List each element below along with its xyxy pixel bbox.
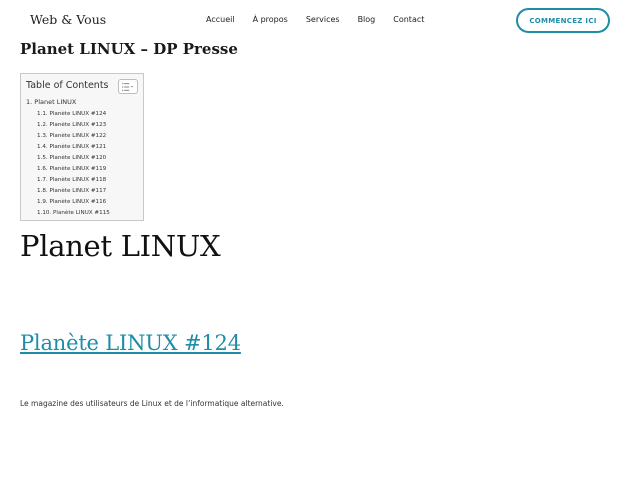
nav-item-blog[interactable]: Blog <box>358 15 376 24</box>
main-nav: Accueil À propos Services Blog Contact <box>206 15 442 24</box>
list-toggle-icon <box>122 82 134 91</box>
toc-item-planet-linux[interactable]: 1. Planet LINUX <box>26 97 110 107</box>
toc-item[interactable]: 1.2. Planète LINUX #123 <box>37 120 110 131</box>
toc-item[interactable]: 1.10. Planète LINUX #115 <box>37 208 110 219</box>
nav-item-services[interactable]: Services <box>306 15 340 24</box>
toc-toggle-button[interactable] <box>118 79 138 94</box>
toc-list: 1. Planet LINUX 1.1. Planète LINUX #124 … <box>26 97 110 219</box>
toc-sublist: 1.1. Planète LINUX #124 1.2. Planète LIN… <box>26 109 110 219</box>
article-description: Le magazine des utilisateurs de Linux et… <box>20 399 284 408</box>
toc-item[interactable]: 1.4. Planète LINUX #121 <box>37 142 110 153</box>
toc-item[interactable]: 1.7. Planète LINUX #118 <box>37 175 110 186</box>
toc-item[interactable]: 1.8. Planète LINUX #117 <box>37 186 110 197</box>
page-title: Planet LINUX – DP Presse <box>20 40 238 58</box>
toc-item[interactable]: 1.9. Planète LINUX #116 <box>37 197 110 208</box>
nav-item-accueil[interactable]: Accueil <box>206 15 235 24</box>
toc-item[interactable]: 1.3. Planète LINUX #122 <box>37 131 110 142</box>
toc-title: Table of Contents <box>26 80 109 91</box>
toc-item[interactable]: 1.1. Planète LINUX #124 <box>37 109 110 120</box>
nav-item-contact[interactable]: Contact <box>393 15 424 24</box>
site-header: Web & Vous Accueil À propos Services Blo… <box>0 0 640 40</box>
article-link-heading[interactable]: Planète LINUX #124 <box>20 331 241 355</box>
nav-item-a-propos[interactable]: À propos <box>253 15 288 24</box>
toc-item[interactable]: 1.6. Planète LINUX #119 <box>37 164 110 175</box>
commencez-ici-button[interactable]: COMMENCEZ ICI <box>516 8 610 33</box>
toc-item[interactable]: 1.5. Planète LINUX #120 <box>37 153 110 164</box>
table-of-contents: Table of Contents 1. Planet LINUX 1.1. P… <box>20 73 144 221</box>
site-title[interactable]: Web & Vous <box>30 12 106 27</box>
section-heading: Planet LINUX <box>20 229 221 263</box>
